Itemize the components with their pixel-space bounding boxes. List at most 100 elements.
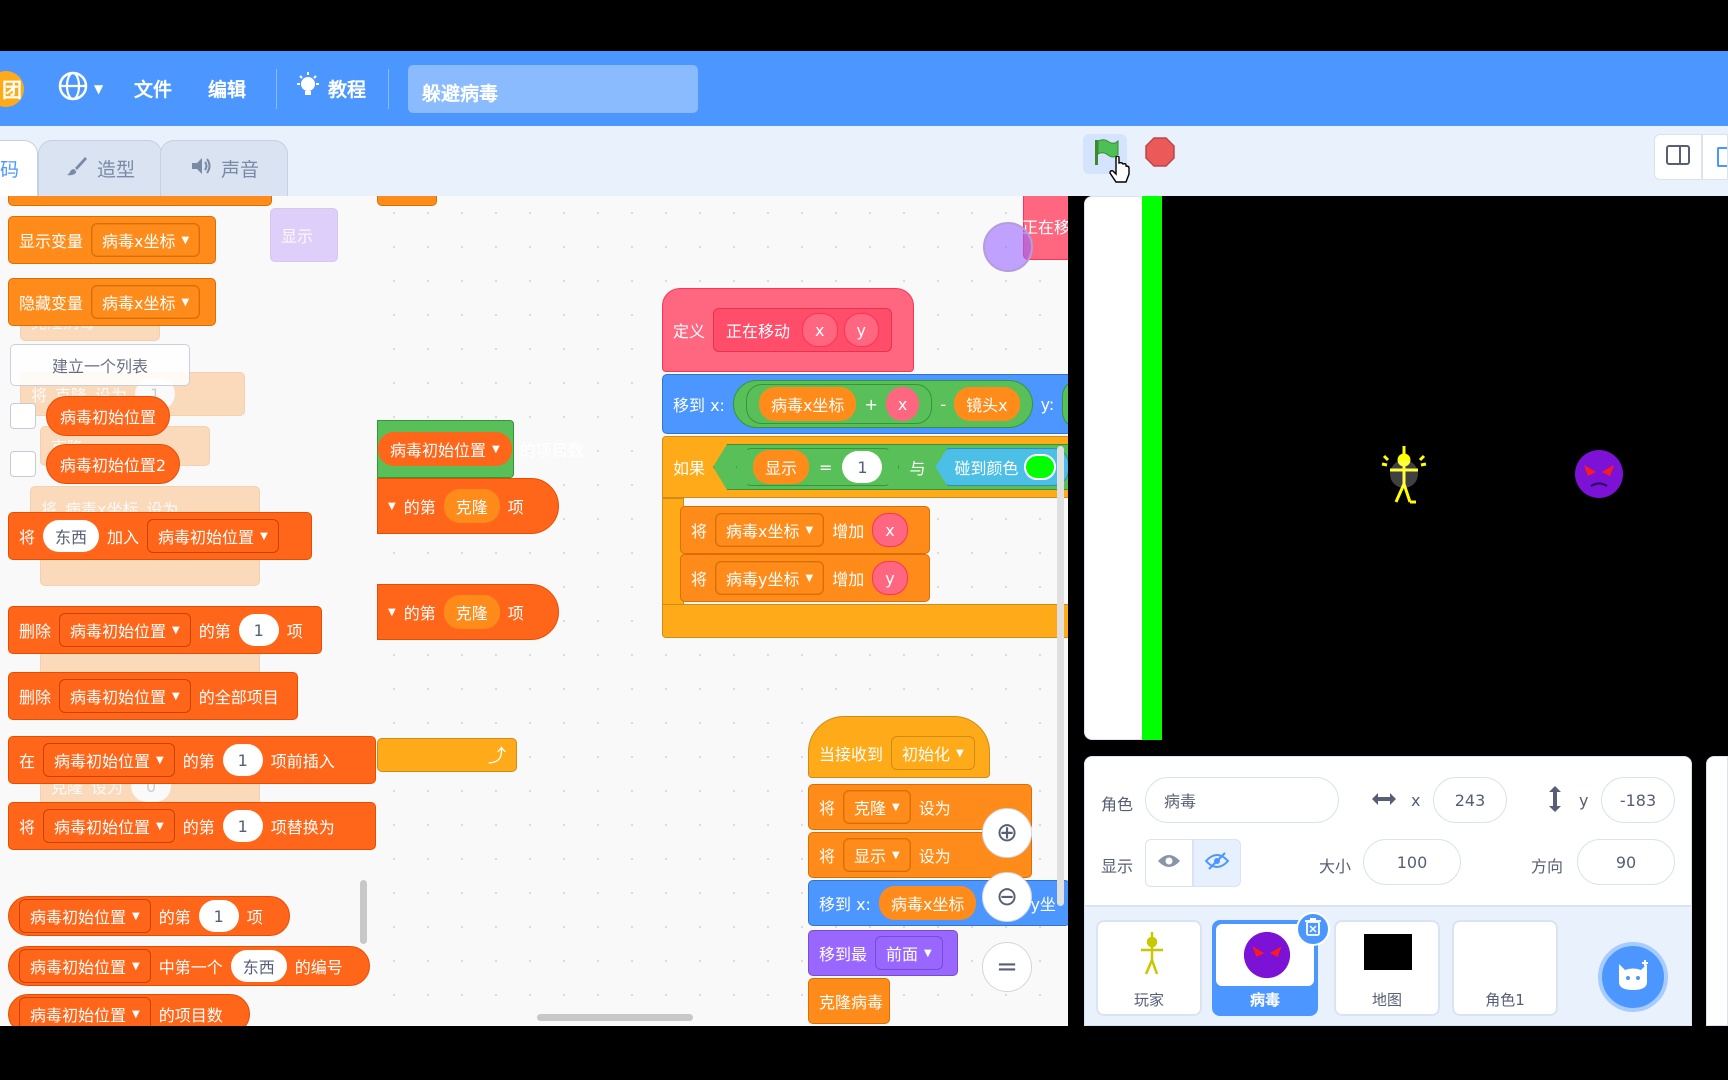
list-dropdown[interactable]: 病毒初始位置 ▼: [59, 679, 191, 713]
color-swatch[interactable]: [1024, 454, 1057, 480]
player-sprite[interactable]: [1376, 444, 1432, 508]
language-menu[interactable]: ▼: [56, 51, 103, 126]
variable-dropdown[interactable]: 病毒x坐标 ▼: [91, 223, 201, 257]
caret-down-icon: ▼: [181, 296, 190, 308]
large-stage-button[interactable]: [1702, 134, 1728, 180]
when-receive-block[interactable]: 当接收到 初始化 ▼: [808, 716, 990, 778]
subtract-reporter[interactable]: 病毒x坐标 + x - 镜头x: [732, 380, 1033, 428]
item-of-list-reporter[interactable]: 病毒初始位置 ▼ 的第 1 项: [8, 896, 290, 936]
list-dropdown[interactable]: 病毒初始位置 ▼: [19, 899, 151, 933]
list-reporter[interactable]: 病毒初始位置2: [46, 444, 180, 484]
show-variable-block[interactable]: 显示变量 病毒x坐标 ▼: [8, 216, 216, 264]
y-input[interactable]: -183: [1601, 777, 1675, 823]
tab-code[interactable]: 码: [0, 140, 38, 196]
cat-icon: [1615, 958, 1651, 996]
edit-menu[interactable]: 编辑: [208, 51, 246, 126]
x-input[interactable]: 243: [1433, 777, 1507, 823]
list-checkbox[interactable]: [10, 451, 36, 477]
size-label: 大小: [1319, 857, 1352, 876]
virus-sprite[interactable]: [1573, 448, 1625, 500]
large-stage-icon: [1717, 147, 1727, 167]
variable-dropdown[interactable]: 病毒y坐标 ▼: [715, 561, 825, 595]
list-checkbox[interactable]: [10, 403, 36, 429]
proc-prototype[interactable]: 正在移动 x y: [713, 308, 892, 352]
insert-item-block[interactable]: 在 病毒初始位置 ▼ 的第 1 项前插入: [8, 736, 376, 784]
stop-button[interactable]: [1138, 134, 1182, 174]
zoom-in-button[interactable]: ⊕: [982, 808, 1032, 858]
change-var-block[interactable]: 将 病毒y坐标 ▼ 增加 y: [680, 554, 930, 602]
index-of-reporter[interactable]: 病毒初始位置 ▼ 中第一个 东西 的编号: [8, 946, 370, 986]
eye-icon: [1157, 853, 1181, 873]
delete-sprite-button[interactable]: [1296, 912, 1330, 946]
code-block[interactable]: [377, 196, 437, 206]
direction-input[interactable]: 90: [1577, 839, 1675, 885]
scratch-logo[interactable]: 团: [0, 51, 28, 126]
touching-color-reporter[interactable]: 碰到颜色: [935, 448, 1068, 486]
delete-all-block[interactable]: 删除 病毒初始位置 ▼ 的全部项目: [8, 672, 298, 720]
file-menu[interactable]: 文件: [134, 51, 172, 126]
sprite-thumb-map[interactable]: 地图: [1334, 920, 1440, 1016]
define-block[interactable]: 定义 正在移动 x y: [662, 288, 914, 372]
mouse-pointer-icon: [1108, 155, 1132, 192]
make-list-button[interactable]: 建立一个列表: [10, 344, 190, 386]
list-dropdown[interactable]: 病毒初始位置 ▼: [19, 949, 151, 983]
zoom-reset-button[interactable]: =: [982, 942, 1032, 992]
list-reporter[interactable]: 病毒初始位置 ▼: [378, 432, 512, 466]
add-to-list-block[interactable]: 将 东西 加入 病毒初始位置 ▼: [8, 512, 312, 560]
message-dropdown[interactable]: 初始化 ▼: [891, 736, 975, 770]
goto-xy-block[interactable]: 移到 x: 病毒x坐标+x - 镜头x y: 病: [662, 374, 1068, 434]
sprite-name-input[interactable]: 病毒: [1145, 777, 1339, 823]
zoom-out-icon: ⊖: [996, 882, 1018, 912]
layer-dropdown[interactable]: 前面 ▼: [875, 936, 943, 970]
trash-icon: [1305, 918, 1321, 940]
choose-sprite-button[interactable]: [1598, 942, 1668, 1012]
show-list-block[interactable]: [8, 196, 272, 206]
y-label: y: [1579, 791, 1589, 810]
list-dropdown[interactable]: 病毒初始位置 ▼: [59, 613, 191, 647]
list-dropdown[interactable]: 病毒初始位置 ▼: [43, 743, 175, 777]
list-dropdown[interactable]: 病毒初始位置 ▼: [147, 519, 279, 553]
replace-item-block[interactable]: 将 病毒初始位置 ▼ 的第 1 项替换为: [8, 802, 376, 850]
variable-dropdown[interactable]: 显示 ▼: [843, 838, 911, 872]
code-workspace[interactable]: 病毒初始位置 ▼ 的项目数 ▼ 的第 克隆项 ▼ 的第 克隆项 ⤴ 正在移 定义 正在移动…: [377, 196, 1068, 1026]
equals-reporter[interactable]: 显示 = 1: [736, 448, 899, 486]
stage-panel[interactable]: [1706, 756, 1728, 1026]
tab-costumes[interactable]: 造型: [38, 140, 162, 196]
list-dropdown[interactable]: 病毒初始位置 ▼: [19, 997, 151, 1026]
project-title-input[interactable]: 躲避病毒: [408, 65, 698, 113]
hide-variable-block[interactable]: 隐藏变量 病毒x坐标 ▼: [8, 278, 216, 326]
palette-scrollbar[interactable]: [360, 880, 367, 944]
ghost-block: 显示: [270, 208, 338, 262]
sprite-thumb-player[interactable]: 玩家: [1096, 920, 1202, 1016]
go-to-layer-block[interactable]: 移到最 前面 ▼: [808, 930, 958, 976]
zoom-out-button[interactable]: ⊖: [982, 872, 1032, 922]
hide-sprite-button[interactable]: [1193, 839, 1241, 887]
if-block[interactable]: 如果 显示 = 1 与 碰到颜色: [662, 436, 1068, 498]
list-dropdown[interactable]: 病毒初始位置 ▼: [43, 809, 175, 843]
sprite-thumb-sprite1[interactable]: 角色1: [1452, 920, 1558, 1016]
variable-dropdown[interactable]: 病毒x坐标 ▼: [715, 513, 825, 547]
item-of-list-reporter[interactable]: ▼ 的第 克隆项: [377, 478, 559, 534]
item-of-list-reporter[interactable]: ▼ 的第 克隆项: [377, 584, 559, 640]
and-reporter[interactable]: 显示 = 1 与 碰到颜色: [713, 444, 1068, 490]
change-var-block[interactable]: 将 病毒x坐标 ▼ 增加 x: [680, 506, 930, 554]
create-clone-block[interactable]: 克隆病毒: [808, 978, 890, 1024]
size-input[interactable]: 100: [1363, 839, 1461, 885]
list-reporter[interactable]: 病毒初始位置: [46, 396, 170, 436]
workspace-hscrollbar[interactable]: [537, 1014, 693, 1021]
loop-arrow-block[interactable]: ⤴: [377, 738, 517, 772]
add-thing-input[interactable]: 东西: [43, 520, 100, 552]
workspace-vscrollbar[interactable]: [1057, 446, 1064, 906]
tutorials-menu[interactable]: 教程: [294, 51, 366, 126]
tab-sounds[interactable]: 声音: [160, 140, 288, 196]
show-sprite-button[interactable]: [1145, 839, 1193, 887]
variable-dropdown[interactable]: 克隆 ▼: [843, 790, 911, 824]
direction-label: 方向: [1531, 857, 1564, 876]
variable-dropdown[interactable]: 病毒x坐标 ▼: [91, 285, 201, 319]
small-stage-button[interactable]: [1654, 134, 1702, 180]
delete-item-block[interactable]: 删除 病毒初始位置 ▼ 的第 1 项: [8, 606, 322, 654]
eye-slash-icon: [1204, 851, 1230, 875]
add-reporter[interactable]: 病毒x坐标 + x: [745, 384, 933, 424]
length-of-list-reporter[interactable]: 病毒初始位置 ▼ 的项目数: [8, 994, 250, 1026]
list-length-block[interactable]: 病毒初始位置 ▼ 的项目数: [377, 420, 584, 478]
